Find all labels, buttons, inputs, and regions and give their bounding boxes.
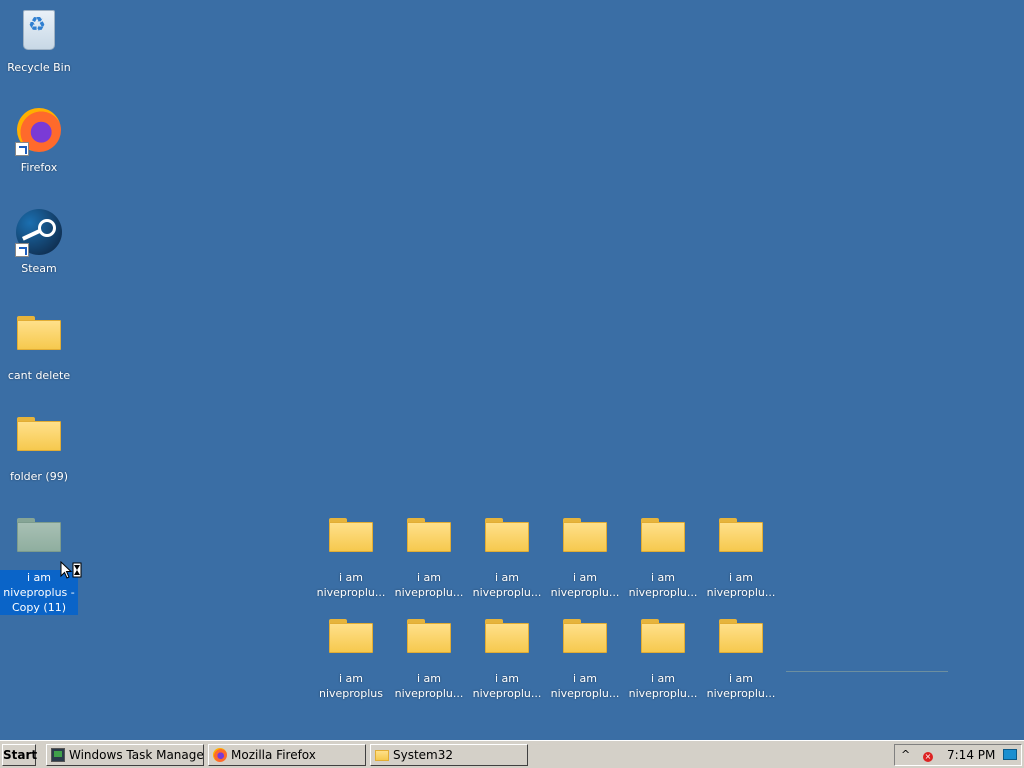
- clock[interactable]: 7:14 PM: [947, 745, 995, 765]
- shortcut-arrow-icon: [15, 142, 29, 156]
- taskbar-button-firefox[interactable]: Mozilla Firefox: [208, 744, 366, 766]
- folder-icon: [15, 518, 63, 566]
- taskbar-button-label: Windows Task Manager: [69, 748, 204, 762]
- folder-icon: [639, 518, 687, 566]
- desktop-icon-label: Firefox: [20, 161, 58, 174]
- folder-icon: [327, 518, 375, 566]
- firefox-icon: [213, 748, 227, 762]
- drag-guide-line: [786, 671, 948, 672]
- folder-icon: [15, 316, 63, 364]
- desktop-icon-recycle-bin[interactable]: Recycle Bin: [0, 8, 78, 75]
- show-desktop-monitor-icon[interactable]: [1003, 749, 1017, 760]
- desktop-icon-niveproplus[interactable]: i am niveproplu...: [390, 611, 468, 701]
- desktop-icon-label: cant delete: [7, 369, 71, 382]
- desktop-icon-label: i am niveproplu...: [472, 672, 542, 700]
- desktop-icon-niveproplus[interactable]: i am niveproplu...: [468, 510, 546, 600]
- desktop-icon-label: folder (99): [9, 470, 68, 483]
- folder-icon: [327, 619, 375, 667]
- shortcut-arrow-icon: [15, 243, 29, 257]
- desktop-icon-niveproplus[interactable]: i am niveproplu...: [624, 510, 702, 600]
- desktop-icon-steam[interactable]: Steam: [0, 209, 78, 276]
- task-manager-icon: [51, 748, 65, 762]
- desktop-icon-label: i am niveproplu...: [628, 672, 698, 700]
- desktop-icon-label: i am niveproplu...: [394, 571, 464, 599]
- folder-icon: [717, 619, 765, 667]
- desktop-icon-folder-99[interactable]: folder (99): [0, 409, 78, 484]
- desktop-icon-label: i am niveproplu...: [706, 571, 776, 599]
- folder-icon: [561, 619, 609, 667]
- recycle-bin-icon: [15, 8, 63, 56]
- folder-icon: [483, 619, 531, 667]
- desktop-icon-label: Recycle Bin: [7, 61, 71, 74]
- desktop-icon-label: i am niveproplu...: [316, 571, 386, 599]
- desktop-icon-niveproplus[interactable]: i am niveproplus: [312, 611, 390, 701]
- desktop-icon-niveproplus[interactable]: i am niveproplu...: [702, 510, 780, 600]
- taskbar-button-system32[interactable]: System32: [370, 744, 528, 766]
- desktop-icon-label: i am niveproplu...: [394, 672, 464, 700]
- desktop-icon-label: i am niveproplu...: [550, 672, 620, 700]
- system-tray: ^ × 7:14 PM: [894, 744, 1022, 766]
- desktop-icon-niveproplus[interactable]: i am niveproplu...: [624, 611, 702, 701]
- desktop-icon-niveproplus[interactable]: i am niveproplu...: [546, 510, 624, 600]
- desktop-icon-label: i am niveproplu...: [706, 672, 776, 700]
- folder-icon: [375, 750, 389, 761]
- folder-icon: [483, 518, 531, 566]
- desktop-icon-label: i am niveproplu...: [550, 571, 620, 599]
- taskbar-button-task-manager[interactable]: Windows Task Manager: [46, 744, 204, 766]
- network-error-icon[interactable]: ×: [923, 752, 933, 762]
- folder-icon: [405, 518, 453, 566]
- desktop-icon-label: Steam: [21, 262, 57, 275]
- folder-icon: [717, 518, 765, 566]
- desktop[interactable]: Recycle Bin Firefox Steam cant delete fo…: [0, 0, 1024, 740]
- folder-icon: [561, 518, 609, 566]
- desktop-icon-firefox[interactable]: Firefox: [0, 108, 78, 175]
- desktop-icon-niveproplus[interactable]: i am niveproplu...: [546, 611, 624, 701]
- desktop-icon-label: i am niveproplu...: [472, 571, 542, 599]
- desktop-icon-niveproplus[interactable]: i am niveproplu...: [702, 611, 780, 701]
- desktop-icon-cant-delete[interactable]: cant delete: [0, 308, 78, 383]
- start-button[interactable]: Start: [2, 744, 37, 766]
- folder-icon: [405, 619, 453, 667]
- taskbar-button-label: System32: [393, 748, 454, 762]
- steam-icon: [15, 209, 63, 257]
- desktop-icon-label: i am niveproplu...: [628, 571, 698, 599]
- firefox-icon: [15, 108, 63, 156]
- desktop-icon-niveproplus[interactable]: i am niveproplu...: [390, 510, 468, 600]
- taskbar-button-label: Mozilla Firefox: [231, 748, 316, 762]
- folder-icon: [15, 417, 63, 465]
- folder-icon: [639, 619, 687, 667]
- desktop-icon-label: i am niveproplus: [318, 672, 384, 700]
- desktop-icon-niveproplus[interactable]: i am niveproplu...: [468, 611, 546, 701]
- taskbar: Start Windows Task Manager Mozilla Firef…: [0, 740, 1024, 768]
- desktop-icon-niveproplus[interactable]: i am niveproplu...: [312, 510, 390, 600]
- show-hidden-icons-chevron-icon[interactable]: ^: [901, 746, 910, 764]
